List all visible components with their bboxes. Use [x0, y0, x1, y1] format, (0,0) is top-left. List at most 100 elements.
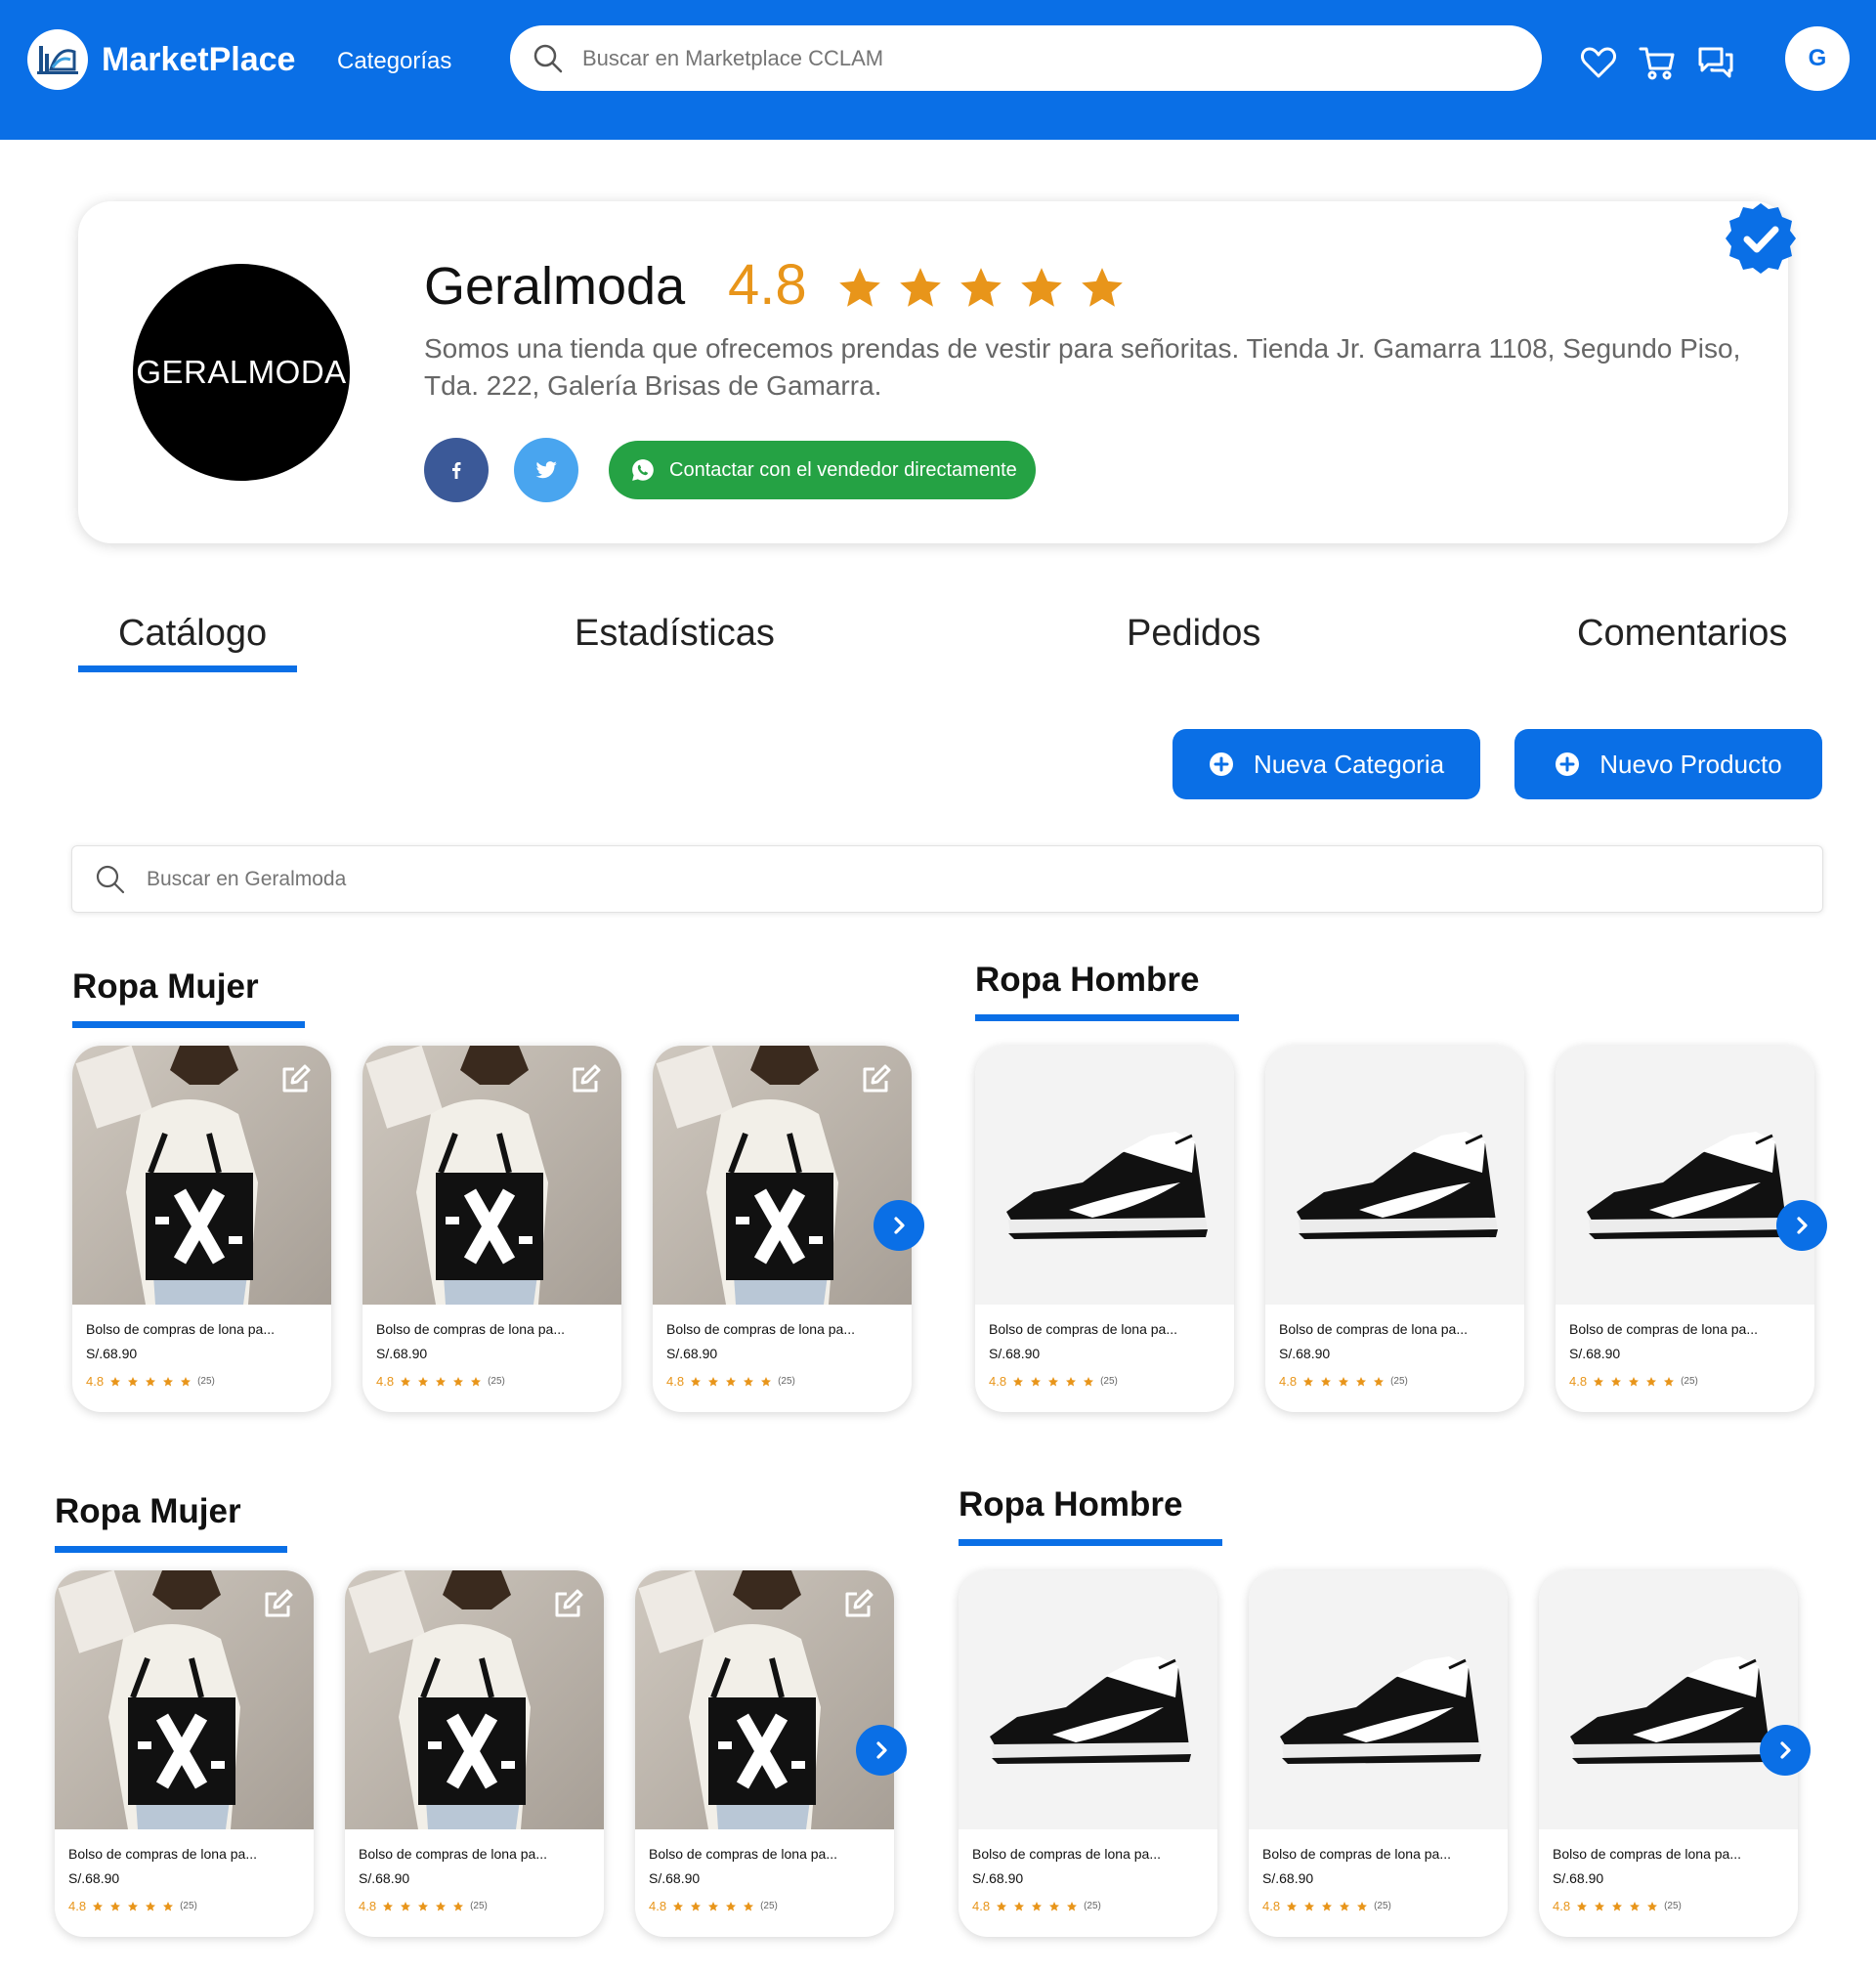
star-icon [146, 1376, 156, 1386]
product-name[interactable]: Bolso de compras de lona pa... [666, 1321, 855, 1337]
marketplace-logo[interactable] [27, 29, 88, 90]
new-product-button[interactable]: Nuevo Producto [1514, 729, 1822, 799]
carousel-next-button[interactable] [874, 1200, 924, 1251]
product-card[interactable]: Bolso de compras de lona pa... S/.68.90 4.… [72, 1046, 331, 1412]
chat-icon[interactable] [1696, 43, 1735, 82]
product-price: S/.68.90 [989, 1346, 1041, 1361]
tab-comentarios[interactable]: Comentarios [1577, 613, 1787, 655]
product-review-count: (25) [778, 1376, 795, 1387]
facebook-button[interactable] [424, 438, 489, 502]
plus-circle-icon [1209, 752, 1233, 776]
star-icon [453, 1901, 464, 1910]
product-image-sneaker [975, 1046, 1234, 1305]
product-name[interactable]: Bolso de compras de lona pa... [1569, 1321, 1758, 1337]
section-ropa-mujer: Ropa Mujer Bolso de compras de lona pa..… [72, 967, 971, 1417]
brand-name[interactable]: MarketPlace [102, 41, 295, 79]
heart-icon[interactable] [1579, 43, 1618, 82]
star-icon [110, 1376, 121, 1386]
product-name[interactable]: Bolso de compras de lona pa... [376, 1321, 565, 1337]
product-stars [690, 1376, 772, 1388]
edit-icon[interactable] [261, 1588, 294, 1621]
product-image-sneaker [1249, 1570, 1508, 1829]
product-price: S/.68.90 [68, 1870, 120, 1886]
product-rating-row: 4.8 (25) [376, 1374, 505, 1389]
section-underline [959, 1539, 1222, 1546]
edit-icon[interactable] [841, 1588, 874, 1621]
product-rating-row: 4.8 (25) [86, 1374, 215, 1389]
star-icon [1013, 1376, 1024, 1386]
verified-badge-icon [1726, 203, 1796, 274]
star-icon [726, 1376, 737, 1386]
product-name[interactable]: Bolso de compras de lona pa... [68, 1846, 257, 1862]
product-rating-row: 4.8 (25) [666, 1374, 795, 1389]
edit-icon[interactable] [859, 1063, 892, 1096]
product-name[interactable]: Bolso de compras de lona pa... [1553, 1846, 1741, 1862]
user-avatar[interactable]: G [1785, 26, 1850, 91]
marketplace-search-input[interactable] [582, 45, 1462, 71]
chevron-right-icon [876, 1741, 887, 1759]
product-name[interactable]: Bolso de compras de lona pa... [649, 1846, 837, 1862]
star-icon [1031, 1376, 1042, 1386]
store-search-bar[interactable] [71, 845, 1823, 913]
product-name[interactable]: Bolso de compras de lona pa... [359, 1846, 547, 1862]
product-card[interactable]: Bolso de compras de lona pa... S/.68.90 4.… [1265, 1046, 1524, 1412]
star-icon [744, 1901, 754, 1910]
cart-icon[interactable] [1638, 43, 1677, 82]
carousel-next-button[interactable] [856, 1725, 907, 1776]
product-card[interactable]: Bolso de compras de lona pa... S/.68.90 4.… [362, 1046, 621, 1412]
store-name: Geralmoda [424, 257, 686, 316]
section-title: Ropa Hombre [959, 1485, 1183, 1523]
carousel-next-button[interactable] [1776, 1200, 1827, 1251]
star-icon [401, 1901, 411, 1910]
nav-categories-link[interactable]: Categorías [337, 48, 451, 75]
product-stars [109, 1376, 192, 1388]
product-name[interactable]: Bolso de compras de lona pa... [86, 1321, 275, 1337]
star-icon [673, 1901, 684, 1910]
product-name[interactable]: Bolso de compras de lona pa... [989, 1321, 1177, 1337]
star-icon [691, 1376, 702, 1386]
product-card[interactable]: Bolso de compras de lona pa... S/.68.90 4.… [345, 1570, 604, 1937]
star-icon [708, 1376, 719, 1386]
product-stars [92, 1901, 174, 1912]
new-category-button[interactable]: Nueva Categoria [1172, 729, 1480, 799]
edit-icon[interactable] [569, 1063, 602, 1096]
marketplace-search-bar[interactable] [510, 25, 1542, 91]
product-card[interactable]: Bolso de compras de lona pa... S/.68.90 4.… [1249, 1570, 1508, 1937]
star-icon [1339, 1376, 1349, 1386]
product-price: S/.68.90 [972, 1870, 1024, 1886]
star-icon [1049, 1901, 1060, 1910]
product-name[interactable]: Bolso de compras de lona pa... [972, 1846, 1161, 1862]
star-icon [93, 1901, 104, 1910]
star-icon [708, 1901, 719, 1910]
edit-icon[interactable] [551, 1588, 584, 1621]
star-icon [1084, 1376, 1094, 1386]
star-icon [1595, 1901, 1605, 1910]
section-title: Ropa Mujer [72, 967, 259, 1006]
tab-estadisticas[interactable]: Estadísticas [575, 613, 775, 655]
star-icon [1021, 268, 1062, 307]
star-icon [1067, 1901, 1078, 1910]
top-navbar: MarketPlace Categorías G [0, 0, 1876, 140]
product-rating: 4.8 [1553, 1899, 1571, 1913]
product-price: S/.68.90 [1279, 1346, 1331, 1361]
star-icon [128, 1901, 139, 1910]
product-card[interactable]: Bolso de compras de lona pa... S/.68.90 4.… [959, 1570, 1217, 1937]
edit-icon[interactable] [278, 1063, 312, 1096]
product-name[interactable]: Bolso de compras de lona pa... [1262, 1846, 1451, 1862]
tab-pedidos[interactable]: Pedidos [1127, 613, 1260, 655]
product-name[interactable]: Bolso de compras de lona pa... [1279, 1321, 1468, 1337]
product-rating-row: 4.8 (25) [1569, 1374, 1698, 1389]
product-rating-row: 4.8 (25) [649, 1899, 778, 1913]
store-stars [835, 264, 1127, 313]
section-title: Ropa Mujer [55, 1492, 241, 1530]
store-search-input[interactable] [147, 867, 1710, 891]
product-price: S/.68.90 [1262, 1870, 1314, 1886]
carousel-next-button[interactable] [1760, 1725, 1811, 1776]
product-review-count: (25) [470, 1901, 488, 1911]
twitter-button[interactable] [514, 438, 578, 502]
product-card[interactable]: Bolso de compras de lona pa... S/.68.90 4.… [55, 1570, 314, 1937]
tab-catalogo[interactable]: Catálogo [118, 613, 267, 655]
product-card[interactable]: Bolso de compras de lona pa... S/.68.90 4.… [975, 1046, 1234, 1412]
contact-seller-whatsapp-button[interactable]: Contactar con el vendedor directamente [609, 441, 1036, 499]
product-stars [1302, 1376, 1385, 1388]
